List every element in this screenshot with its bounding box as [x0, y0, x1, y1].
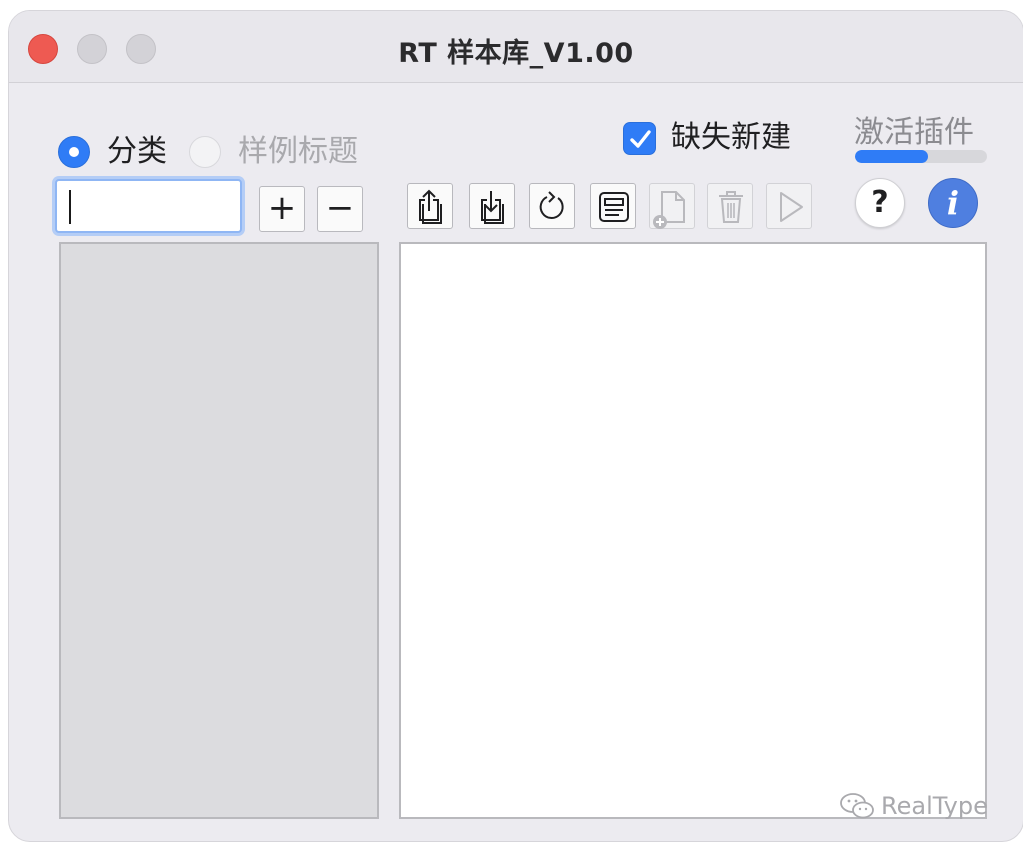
title-bar[interactable]: RT 样本库_V1.00 [9, 11, 1023, 83]
play-icon [780, 192, 803, 222]
wechat-icon [840, 793, 874, 819]
radio-sample-title-label[interactable]: 样例标题 [238, 135, 358, 169]
details-button[interactable] [590, 183, 636, 229]
import-icon [481, 191, 504, 224]
category-list[interactable] [59, 242, 379, 819]
trash-icon [719, 191, 743, 223]
activation-progress-fill [855, 150, 928, 163]
create-missing-checkbox[interactable] [623, 122, 656, 155]
new-file-button[interactable] [649, 183, 695, 229]
checkmark-icon [630, 130, 651, 148]
category-name-input[interactable] [55, 179, 242, 233]
activate-plugin-link[interactable]: 激活插件 [854, 115, 974, 151]
help-button[interactable]: ? [855, 178, 905, 228]
export-icon [419, 189, 442, 224]
document-icon [599, 192, 629, 222]
radio-sample-title[interactable] [189, 136, 221, 168]
refresh-icon [539, 191, 564, 219]
activation-progress-bar [855, 150, 987, 163]
window-title: RT 样本库_V1.00 [398, 38, 634, 69]
radio-category-label[interactable]: 分类 [107, 135, 167, 169]
text-caret [69, 190, 71, 224]
new-file-icon [653, 191, 685, 229]
sample-content-area[interactable] [399, 242, 987, 819]
radio-category[interactable] [58, 136, 90, 168]
remove-category-button[interactable]: − [317, 186, 363, 232]
delete-button[interactable] [707, 183, 753, 229]
watermark-text: RealType [881, 792, 988, 820]
add-category-button[interactable]: + [259, 186, 305, 232]
create-missing-label[interactable]: 缺失新建 [671, 119, 791, 157]
export-button[interactable] [407, 183, 453, 229]
import-button[interactable] [469, 183, 515, 229]
play-button[interactable] [766, 183, 812, 229]
app-window: RT 样本库_V1.00 分类 样例标题 + − 缺失新建 激活插件 ? i R… [8, 10, 1023, 842]
info-button[interactable]: i [928, 178, 978, 228]
refresh-button[interactable] [529, 183, 575, 229]
watermark: RealType [839, 789, 988, 823]
